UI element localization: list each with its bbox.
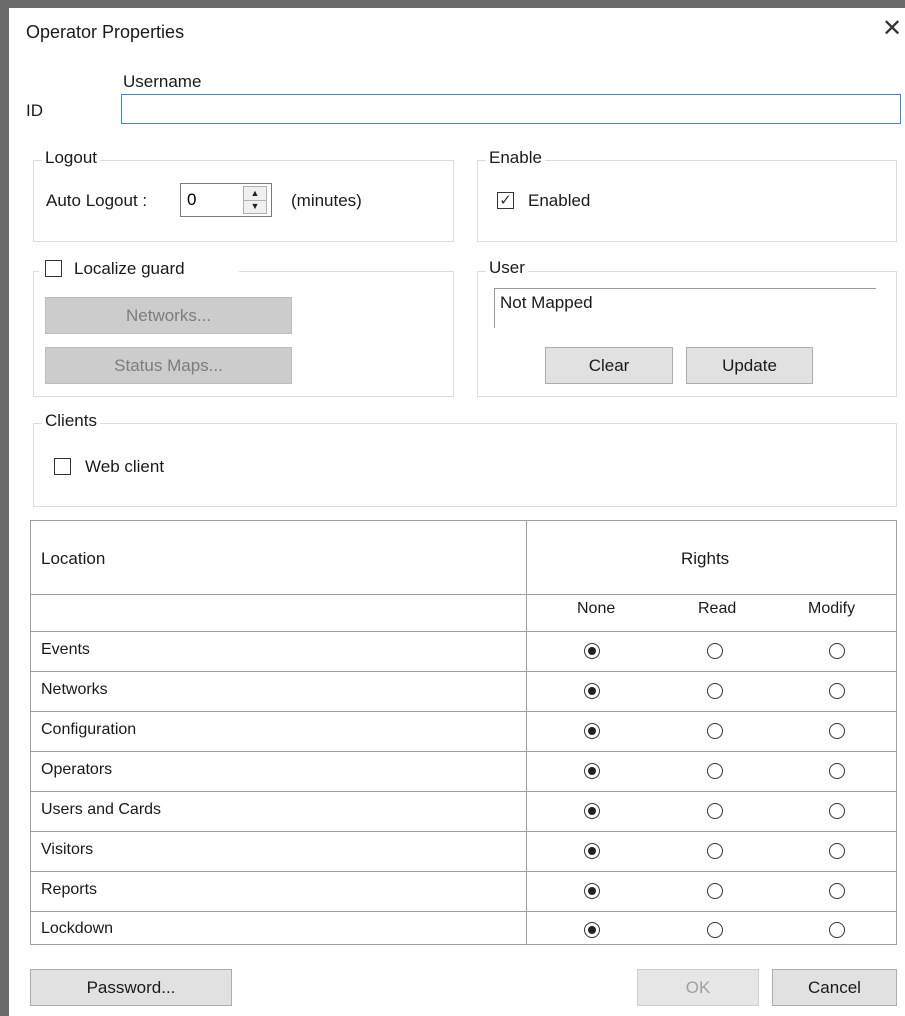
networks-button[interactable]: Networks...	[45, 297, 292, 334]
localize-guard-checkbox[interactable]	[45, 260, 62, 277]
radio-events-modify[interactable]	[829, 643, 845, 659]
row-line	[31, 711, 896, 712]
column-header-modify: Modify	[808, 600, 856, 617]
row-label-configuration: Configuration	[41, 721, 137, 738]
radio-configuration-none[interactable]	[584, 723, 600, 739]
radio-visitors-read[interactable]	[707, 843, 723, 859]
username-label: Username	[123, 72, 202, 91]
table-subheader-line	[31, 631, 896, 632]
radio-lockdown-modify[interactable]	[829, 922, 845, 938]
radio-visitors-none[interactable]	[584, 843, 600, 859]
row-line	[31, 791, 896, 792]
row-label-visitors: Visitors	[41, 841, 94, 858]
radio-users-read[interactable]	[707, 803, 723, 819]
radio-reports-none[interactable]	[584, 883, 600, 899]
spinner-buttons: ▲ ▼	[243, 186, 267, 214]
column-header-none: None	[577, 600, 616, 617]
row-label-lockdown: Lockdown	[41, 920, 114, 937]
radio-operators-read[interactable]	[707, 763, 723, 779]
radio-networks-none[interactable]	[584, 683, 600, 699]
table-header-line	[31, 594, 896, 595]
auto-logout-input[interactable]	[187, 187, 239, 213]
radio-networks-modify[interactable]	[829, 683, 845, 699]
spin-down-icon[interactable]: ▼	[244, 200, 266, 213]
logout-legend: Logout	[42, 148, 100, 168]
spin-up-icon[interactable]: ▲	[244, 187, 266, 201]
radio-events-none[interactable]	[584, 643, 600, 659]
clear-button[interactable]: Clear	[545, 347, 673, 384]
row-label-operators: Operators	[41, 761, 113, 778]
id-label: ID	[26, 101, 43, 120]
row-label-users-and-cards: Users and Cards	[41, 801, 162, 818]
radio-configuration-read[interactable]	[707, 723, 723, 739]
window-frame-top	[0, 0, 905, 8]
rights-header: Rights	[681, 549, 730, 568]
radio-reports-read[interactable]	[707, 883, 723, 899]
location-header: Location	[41, 549, 106, 568]
status-maps-button[interactable]: Status Maps...	[45, 347, 292, 384]
table-divider	[526, 521, 527, 944]
radio-reports-modify[interactable]	[829, 883, 845, 899]
radio-users-modify[interactable]	[829, 803, 845, 819]
user-legend: User	[486, 258, 528, 278]
radio-events-read[interactable]	[707, 643, 723, 659]
ok-button[interactable]: OK	[637, 969, 759, 1006]
auto-logout-spinner[interactable]: ▲ ▼	[180, 183, 272, 217]
radio-lockdown-read[interactable]	[707, 922, 723, 938]
auto-logout-label: Auto Logout :	[46, 191, 148, 210]
window-frame-left	[0, 0, 9, 1016]
row-label-networks: Networks	[41, 681, 108, 698]
clients-legend: Clients	[42, 411, 100, 431]
radio-configuration-modify[interactable]	[829, 723, 845, 739]
enable-legend: Enable	[486, 148, 545, 168]
enabled-checkbox[interactable]: ✓	[497, 192, 514, 209]
row-line	[31, 751, 896, 752]
radio-visitors-modify[interactable]	[829, 843, 845, 859]
update-button[interactable]: Update	[686, 347, 813, 384]
radio-operators-modify[interactable]	[829, 763, 845, 779]
row-label-events: Events	[41, 641, 90, 658]
row-line	[31, 871, 896, 872]
radio-operators-none[interactable]	[584, 763, 600, 779]
minutes-label: (minutes)	[291, 191, 362, 210]
dialog-title: Operator Properties	[26, 22, 185, 42]
username-input[interactable]	[121, 94, 901, 124]
rights-table: Location Rights None Read Modify Events …	[30, 520, 897, 945]
cancel-button[interactable]: Cancel	[772, 969, 897, 1006]
column-header-read: Read	[698, 600, 737, 617]
radio-networks-read[interactable]	[707, 683, 723, 699]
radio-users-none[interactable]	[584, 803, 600, 819]
row-line	[31, 911, 896, 912]
radio-lockdown-none[interactable]	[584, 922, 600, 938]
row-label-reports: Reports	[41, 881, 98, 898]
close-icon[interactable]: ✕	[879, 16, 905, 42]
enabled-label: Enabled	[528, 191, 591, 210]
password-button[interactable]: Password...	[30, 969, 232, 1006]
row-line	[31, 831, 896, 832]
web-client-label: Web client	[85, 457, 165, 476]
localize-guard-label: Localize guard	[74, 259, 185, 278]
user-mapping-value: Not Mapped	[500, 293, 593, 312]
web-client-checkbox[interactable]	[54, 458, 71, 475]
row-line	[31, 671, 896, 672]
